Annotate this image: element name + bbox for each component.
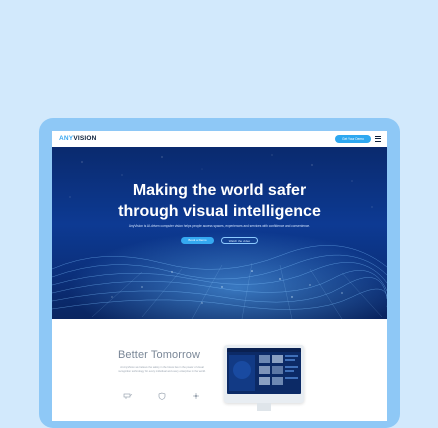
better-tomorrow-section: Better Tomorrow At AnyVision we believe … [52, 319, 387, 421]
hamburger-icon[interactable] [375, 136, 381, 142]
section-text: At AnyVision we believe the safety in th… [118, 366, 206, 374]
particle-waves-graphic [52, 154, 387, 319]
monitor-stand [257, 403, 271, 411]
website-screen: ANYVISION Get Your Demo Making the world… [52, 131, 387, 421]
feature-network [186, 392, 206, 401]
network-icon [193, 393, 199, 399]
hero-title: Making the world safer through visual in… [118, 182, 321, 220]
hero-subtitle: AnyVision is AI-driven computer vision h… [128, 224, 311, 228]
camera-icon [123, 393, 133, 399]
hero-banner: Making the world safer through visual in… [52, 147, 387, 319]
shield-icon [158, 392, 166, 400]
book-demo-button[interactable]: Book a Demo [181, 237, 214, 244]
feature-camera [118, 392, 138, 401]
feature-shield [152, 392, 172, 401]
watch-video-button[interactable]: Watch the video [221, 237, 258, 244]
top-navigation: ANYVISION Get Your Demo [52, 131, 387, 147]
brand-logo[interactable]: ANYVISION [59, 135, 97, 143]
get-demo-button[interactable]: Get Your Demo [335, 135, 371, 143]
monitor-mockup [224, 345, 304, 403]
section-title: Better Tomorrow [118, 349, 200, 361]
dashboard-preview [227, 348, 301, 394]
